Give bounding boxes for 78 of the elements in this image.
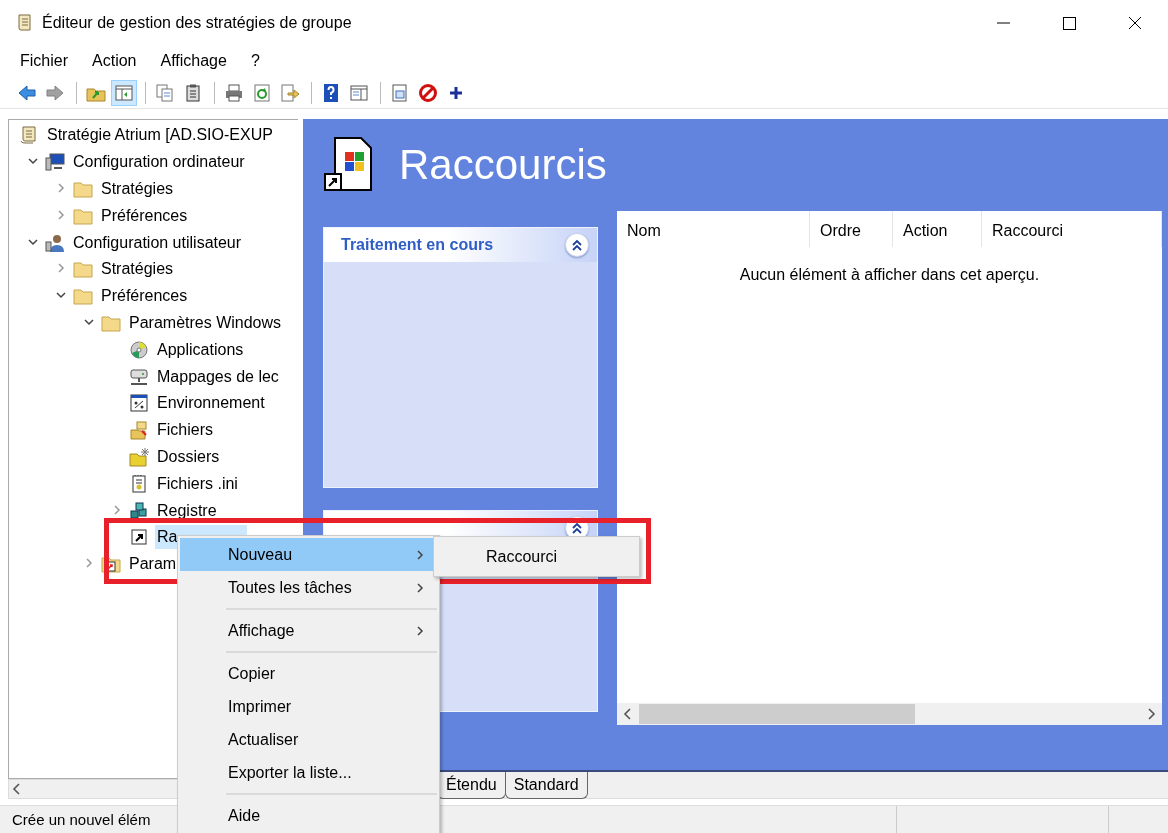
menu-item[interactable]: Affichage — [180, 614, 437, 647]
view-tab[interactable]: Étendu — [437, 772, 506, 799]
stop-icon — [418, 82, 438, 103]
window-title: Éditeur de gestion des stratégies de groupe — [42, 12, 353, 33]
tree-item[interactable]: Préférences — [99, 284, 190, 309]
expand-chevron-icon[interactable] — [55, 262, 67, 275]
window-icon — [129, 393, 149, 414]
tree-item[interactable]: Mappages de lec — [155, 364, 281, 389]
folder-icon — [73, 259, 93, 280]
tree-item[interactable]: Dossiers — [155, 444, 222, 469]
expand-chevron-icon[interactable] — [55, 182, 67, 194]
tree-item[interactable]: Stratégies — [99, 177, 176, 201]
menu-item[interactable]: Exporter la liste... — [180, 756, 437, 789]
tree-item[interactable]: Applications — [155, 337, 246, 362]
refresh-icon — [252, 82, 272, 103]
menu-item[interactable]: Imprimer — [180, 690, 437, 723]
collapse-button[interactable] — [565, 233, 589, 257]
column-header[interactable]: Nom — [617, 211, 810, 247]
network-drive-icon — [129, 366, 149, 387]
tree-item[interactable]: Fichiers .ini — [155, 471, 240, 496]
settings-file-icon — [129, 473, 149, 494]
minimize-icon — [996, 21, 1010, 24]
menu-item[interactable]: Aide — [180, 799, 437, 832]
tree-item[interactable]: Param — [127, 552, 179, 577]
show-tree-button[interactable] — [111, 79, 137, 106]
forward-arrow-icon — [45, 82, 65, 103]
scroll-icon — [19, 125, 39, 146]
tree-item[interactable]: Environnement — [155, 391, 267, 416]
menu-item[interactable]: Affichage — [148, 45, 239, 77]
help-icon — [321, 82, 341, 103]
panel-title: Traitement en cours — [341, 235, 494, 255]
files-icon — [129, 420, 149, 441]
disc-icon — [129, 339, 149, 360]
double-chevron-up-icon — [571, 522, 583, 534]
new-folder-icon — [129, 446, 149, 467]
expand-chevron-icon[interactable] — [111, 503, 123, 516]
menu-item[interactable]: Raccourci — [436, 539, 637, 574]
column-header[interactable]: Ordre — [810, 211, 893, 247]
menu-item[interactable]: Actualiser — [180, 723, 437, 756]
tree-item[interactable]: Fichiers — [155, 418, 215, 443]
scroll-thumb[interactable] — [639, 704, 915, 724]
horizontal-scrollbar[interactable] — [617, 703, 1162, 725]
properties-icon — [390, 82, 410, 103]
cubes-icon — [129, 500, 149, 521]
tree-item[interactable]: Stratégies — [99, 257, 176, 282]
panel-icon — [114, 82, 134, 103]
tree-item[interactable]: Configuration ordinateur — [71, 150, 247, 175]
copy-icon — [155, 82, 175, 103]
user-icon — [45, 232, 65, 253]
shortcut-icon — [129, 527, 149, 548]
menu-item[interactable]: Copier — [180, 657, 437, 690]
tree-item[interactable]: Stratégie Atrium [AD.SIO-EXUP — [45, 123, 275, 148]
folder-icon — [73, 179, 93, 199]
pane-title: Raccourcis — [399, 139, 607, 190]
folder-icon — [73, 286, 93, 307]
menu-item[interactable]: Action — [80, 45, 149, 77]
tree-item[interactable]: Paramètres Windows — [127, 310, 284, 335]
printer-icon — [224, 82, 244, 103]
menu-item[interactable]: Toutes les tâches — [180, 571, 437, 604]
expand-chevron-icon[interactable] — [83, 557, 95, 570]
empty-message: Aucun élément à afficher dans cet aperçu. — [739, 265, 1040, 285]
tree-item[interactable]: Configuration utilisateur — [71, 230, 244, 255]
computer-icon — [45, 152, 65, 173]
menu-item[interactable]: Fichier — [8, 45, 80, 77]
expand-chevron-icon[interactable] — [55, 208, 67, 221]
export-icon — [280, 82, 300, 103]
panel-icon — [349, 82, 369, 103]
double-chevron-up-icon — [571, 239, 583, 251]
tree-item[interactable]: Préférences — [99, 203, 190, 228]
clipboard-icon — [183, 82, 203, 103]
document-icon — [16, 12, 34, 33]
status-text: Crée un nouvel élém — [11, 810, 151, 828]
column-header[interactable]: Raccourci — [982, 211, 1162, 247]
menu-item[interactable]: ? — [238, 45, 272, 77]
column-header[interactable]: Action — [893, 211, 982, 247]
back-arrow-icon — [17, 82, 37, 103]
view-tab[interactable]: Standard — [504, 772, 588, 799]
tree-item[interactable]: Registre — [155, 498, 219, 523]
